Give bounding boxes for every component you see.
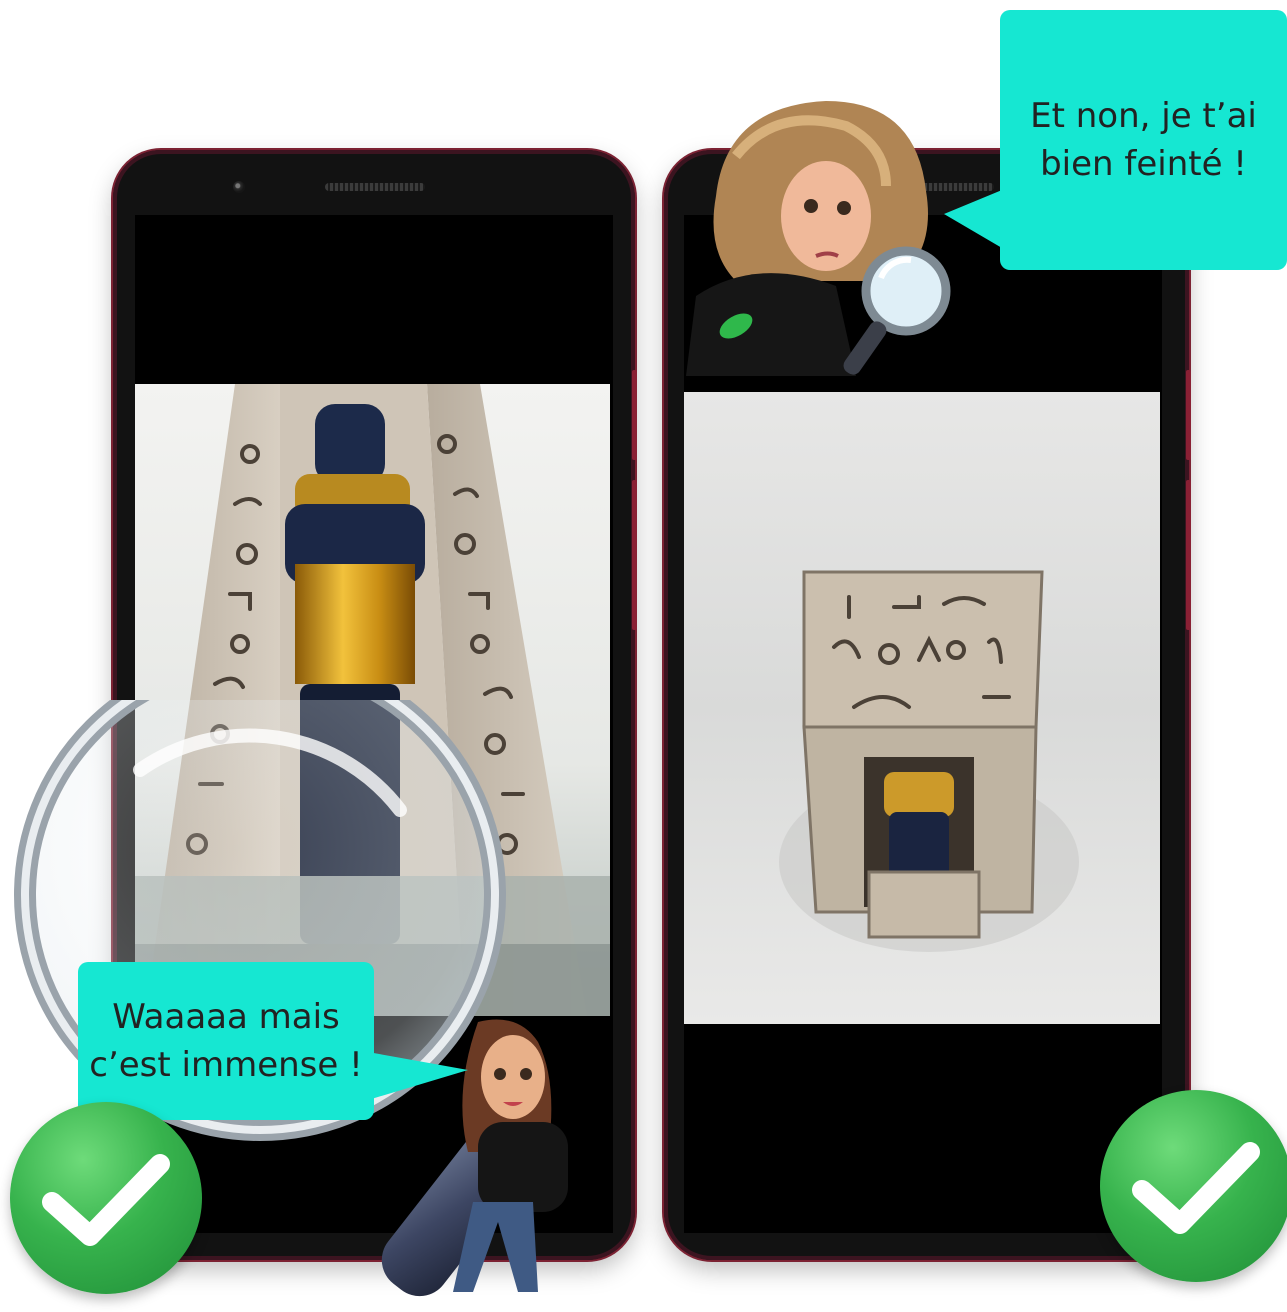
front-camera-icon (233, 181, 245, 193)
phone-right-side-button (1186, 370, 1191, 460)
phone-speaker (325, 183, 425, 191)
speech-bubble-left-line1: Waaaaa mais (112, 997, 340, 1037)
checkmark-circle-icon (10, 1102, 202, 1294)
phone-left-side-button (632, 370, 637, 460)
speech-bubble-right-line2: bien feinté ! (1040, 144, 1247, 184)
speech-bubble-left-line2: c’est immense ! (89, 1045, 363, 1085)
phone-right-side-button-2 (1186, 480, 1191, 630)
avatar-bitmoji-right (686, 101, 951, 376)
photo-statue-topview (684, 392, 1160, 1024)
phone-left-side-button-2 (632, 480, 637, 630)
speech-bubble-right-line1: Et non, je t’ai (1030, 96, 1257, 136)
checkmark-circle-icon-right (1100, 1090, 1287, 1282)
speech-bubble-left: Waaaaa mais c’est immense ! (78, 962, 468, 1120)
speech-bubble-left-tail (368, 1052, 468, 1100)
speech-bubble-right: Et non, je t’ai bien feinté ! (944, 10, 1287, 270)
speech-bubble-right-tail (944, 190, 1002, 248)
